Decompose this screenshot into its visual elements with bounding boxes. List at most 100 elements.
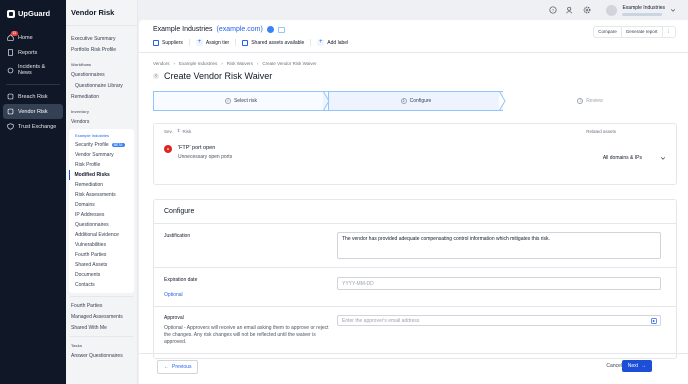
subnav-managed-assessments[interactable]: Managed Assessments bbox=[66, 311, 137, 322]
subnav-documents[interactable]: Documents bbox=[69, 270, 134, 280]
selected-risk-card: Sev. ⇕ Risk Related assets H 'FTP' port … bbox=[153, 123, 677, 185]
user-menu[interactable]: Example Industries bbox=[606, 4, 676, 16]
approval-description: Optional - Approvers will receive an ema… bbox=[164, 325, 329, 345]
subnav-company-remediation[interactable]: Remediation bbox=[69, 180, 134, 190]
arrow-left-icon: ← bbox=[164, 364, 169, 370]
configure-card: Configure Justification The vendor has p… bbox=[153, 199, 677, 359]
generate-report-button[interactable]: Generate report bbox=[622, 27, 663, 37]
incidents-icon bbox=[7, 67, 14, 73]
nav-reports[interactable]: Reports bbox=[3, 45, 63, 60]
suppliers-button[interactable]: Suppliers bbox=[153, 39, 183, 46]
step-review[interactable]: 3 Review bbox=[503, 91, 677, 111]
subnav-risk-profile[interactable]: Risk Profile bbox=[69, 160, 134, 170]
check-icon: ✓ bbox=[224, 98, 231, 104]
back-arrow-icon[interactable]: ‹ bbox=[153, 73, 159, 79]
mail-icon[interactable] bbox=[277, 26, 285, 33]
expiration-optional: Optional bbox=[164, 292, 183, 298]
subnav-company-group: Example Industries Security Profile BETA … bbox=[69, 129, 134, 293]
breadcrumb-company[interactable]: Example Industries bbox=[179, 61, 217, 66]
nav-breach-risk[interactable]: Breach Risk bbox=[3, 89, 63, 104]
upguard-logo-icon bbox=[7, 9, 15, 18]
shared-assets-icon bbox=[242, 39, 249, 46]
vendor-name[interactable]: Example Industries bbox=[153, 26, 213, 33]
svg-text:?: ? bbox=[552, 8, 555, 13]
vendor-risk-subnav: Vendor Risk Executive Summary Portfolio … bbox=[66, 0, 138, 384]
breadcrumb: Vendors › Example Industries › Risk Waiv… bbox=[153, 61, 317, 66]
reports-icon bbox=[8, 49, 13, 56]
expiration-date-input[interactable]: YYYY-MM-DD bbox=[337, 277, 661, 290]
nav-divider bbox=[6, 84, 60, 85]
severity-high-icon: H bbox=[164, 145, 172, 153]
subnav-questionnaire-library[interactable]: Questionnaire Library bbox=[66, 80, 137, 91]
step-number: 2 bbox=[400, 98, 407, 104]
arrow-right-icon: → bbox=[641, 363, 646, 369]
subnav-additional-evidence[interactable]: Additional Evidence bbox=[69, 230, 134, 240]
subnav-answer-questionnaires[interactable]: Answer Questionnaires bbox=[66, 350, 137, 361]
subnav-portfolio-risk-profile[interactable]: Portfolio Risk Profile bbox=[66, 44, 137, 55]
subnav-vulnerabilities[interactable]: Vulnerabilities bbox=[69, 240, 134, 250]
subnav-remediation[interactable]: Remediation bbox=[66, 91, 137, 102]
justification-input[interactable]: The vendor has provided adequate compens… bbox=[337, 232, 661, 259]
subnav-company-name[interactable]: Example Industries bbox=[69, 131, 134, 140]
home-badge: 11 bbox=[11, 31, 18, 36]
subnav-vendors[interactable]: Vendors bbox=[66, 116, 137, 127]
subnav-inventory-heading: Inventory bbox=[71, 109, 90, 114]
shield-icon bbox=[7, 123, 14, 130]
subnav-company-fourth-parties[interactable]: Fourth Parties bbox=[69, 250, 134, 260]
nav-trust-exchange[interactable]: Trust Exchange bbox=[3, 119, 63, 134]
chevron-down-icon bbox=[660, 157, 666, 160]
logo[interactable]: UpGuard bbox=[0, 0, 66, 24]
suppliers-icon bbox=[153, 39, 159, 46]
avatar bbox=[606, 4, 618, 16]
subnav-company-questionnaires[interactable]: Questionnaires bbox=[69, 220, 134, 230]
vendor-icon bbox=[7, 108, 14, 115]
sort-icon[interactable]: ⇕ bbox=[177, 128, 181, 134]
subnav-workflows-heading: Workflows bbox=[71, 62, 92, 67]
more-options-button[interactable]: ⋮ bbox=[663, 27, 676, 37]
plus-icon: + bbox=[317, 39, 325, 46]
subnav-security-profile[interactable]: Security Profile BETA bbox=[69, 140, 134, 150]
subnav-shared-assets[interactable]: Shared Assets bbox=[69, 260, 134, 270]
subnav-ip-addresses[interactable]: IP Addresses bbox=[69, 210, 134, 220]
user-org-name: Example Industries bbox=[622, 4, 665, 11]
assign-tier-button[interactable]: + Assign tier bbox=[195, 39, 229, 46]
vendor-actions: Suppliers + Assign tier Shared assets ava… bbox=[153, 39, 354, 46]
next-button[interactable]: Next → bbox=[621, 360, 652, 372]
previous-button[interactable]: ← Previous bbox=[157, 360, 199, 374]
verified-icon bbox=[266, 26, 274, 33]
subnav-contacts[interactable]: Contacts bbox=[69, 280, 134, 290]
subnav-divider bbox=[70, 336, 133, 337]
help-icon[interactable]: ? bbox=[549, 6, 558, 14]
approver-email-input[interactable]: Enter the approver's email address bbox=[337, 315, 661, 326]
subnav-modified-risks[interactable]: Modified Risks bbox=[69, 170, 134, 180]
beta-badge: BETA bbox=[111, 143, 125, 147]
users-icon[interactable] bbox=[566, 6, 574, 14]
subnav-tasks-heading: Tasks bbox=[71, 343, 83, 348]
breadcrumb-vendors[interactable]: Vendors bbox=[153, 61, 170, 66]
nav-home[interactable]: 11 Home bbox=[3, 30, 63, 45]
subnav-executive-summary[interactable]: Executive Summary bbox=[66, 33, 137, 44]
vendor-domain[interactable]: (example.com) bbox=[217, 26, 263, 33]
step-select-risk[interactable]: ✓ Select risk bbox=[153, 91, 329, 111]
risk-row[interactable]: H 'FTP' port open Unnecessary open ports bbox=[164, 145, 232, 160]
compare-button[interactable]: Compare bbox=[594, 27, 622, 37]
subnav-domains[interactable]: Domains bbox=[69, 200, 134, 210]
vendor-toolbar: Compare Generate report ⋮ bbox=[593, 26, 676, 38]
subnav-questionnaires[interactable]: Questionnaires bbox=[66, 69, 137, 80]
vendor-header: Example Industries (example.com) bbox=[153, 26, 285, 33]
cancel-button[interactable]: Cancel bbox=[606, 363, 622, 369]
contact-picker-icon[interactable] bbox=[651, 318, 657, 324]
related-assets[interactable]: All domains & IPs bbox=[603, 155, 666, 161]
subnav-risk-assessments[interactable]: Risk Assessments bbox=[69, 190, 134, 200]
add-label-button[interactable]: + Add label bbox=[317, 39, 348, 46]
shared-assets-button[interactable]: Shared assets available bbox=[242, 39, 304, 46]
breadcrumb-risk-waivers[interactable]: Risk Waivers bbox=[227, 61, 253, 66]
nav-vendor-risk[interactable]: Vendor Risk bbox=[3, 104, 63, 119]
page-title: ‹ Create Vendor Risk Waiver bbox=[153, 71, 272, 81]
subnav-fourth-parties[interactable]: Fourth Parties bbox=[66, 300, 137, 311]
nav-incidents[interactable]: Incidents & News bbox=[3, 60, 63, 80]
step-configure[interactable]: 2 Configure bbox=[329, 91, 503, 111]
gear-icon[interactable] bbox=[583, 6, 591, 14]
subnav-vendor-summary[interactable]: Vendor Summary bbox=[69, 150, 134, 160]
subnav-shared-with-me[interactable]: Shared With Me bbox=[66, 322, 137, 333]
